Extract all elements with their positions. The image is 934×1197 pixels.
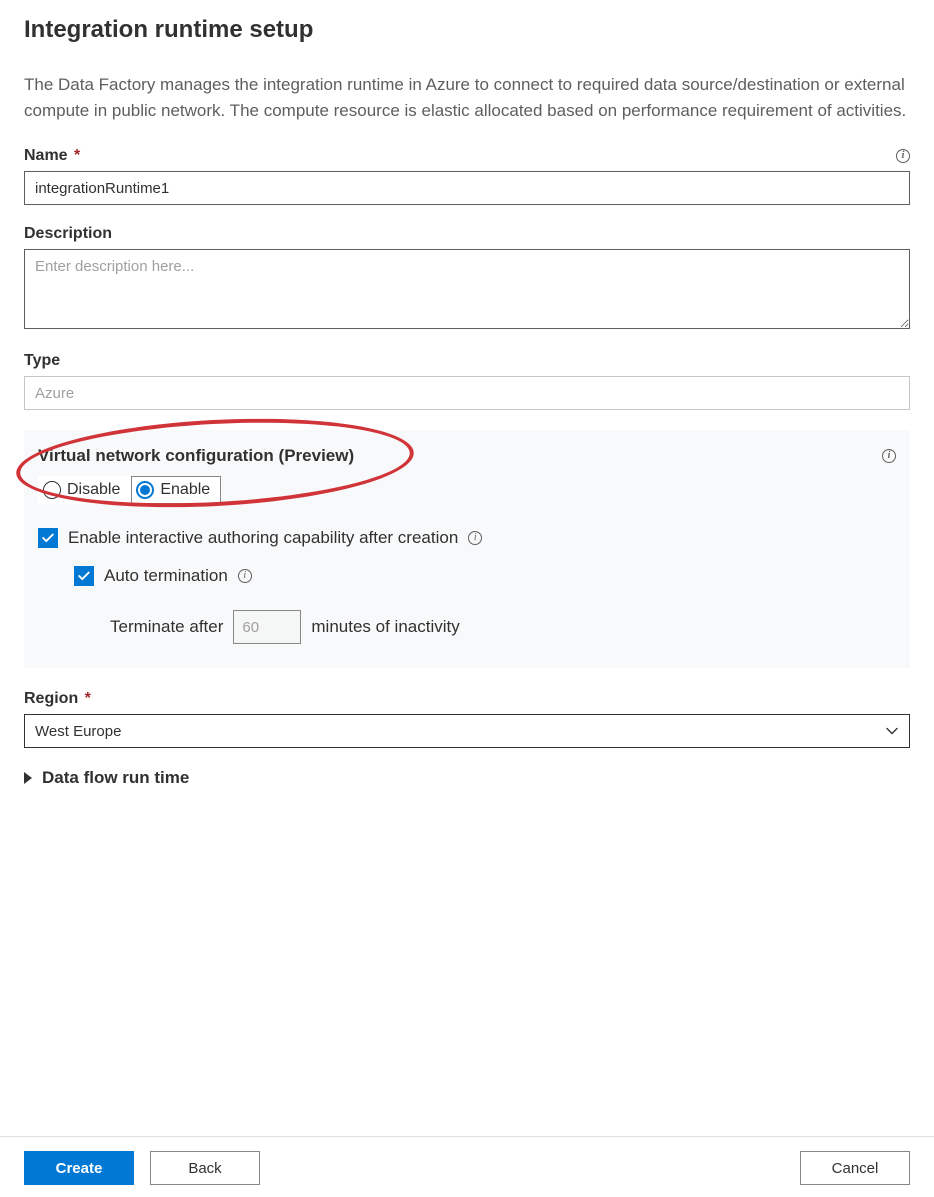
footer-bar: Create Back Cancel <box>0 1136 934 1185</box>
name-input[interactable] <box>24 171 910 205</box>
terminate-after-label: Terminate after <box>110 617 223 637</box>
vnet-disable-radio[interactable]: Disable <box>38 476 131 504</box>
type-label: Type <box>24 352 60 370</box>
required-asterisk: * <box>74 147 80 164</box>
type-field: Type <box>24 352 910 410</box>
region-select[interactable]: West Europe <box>24 714 910 748</box>
vnet-radio-group: Disable Enable <box>38 476 896 504</box>
info-icon[interactable]: i <box>238 569 252 583</box>
region-selected-value: West Europe <box>35 723 121 740</box>
info-icon[interactable]: i <box>468 531 482 545</box>
check-icon <box>41 531 55 545</box>
terminate-after-input[interactable] <box>233 610 301 644</box>
vnet-enable-label: Enable <box>160 481 210 499</box>
terminate-after-suffix: minutes of inactivity <box>311 617 459 637</box>
create-button[interactable]: Create <box>24 1151 134 1185</box>
name-label: Name * <box>24 147 80 165</box>
description-label: Description <box>24 225 112 243</box>
auto-termination-checkbox[interactable] <box>74 566 94 586</box>
region-label: Region * <box>24 690 91 708</box>
description-input[interactable] <box>24 249 910 329</box>
back-button[interactable]: Back <box>150 1151 260 1185</box>
dataflow-section-toggle[interactable]: Data flow run time <box>24 768 910 788</box>
info-icon[interactable]: i <box>896 149 910 163</box>
enable-authoring-checkbox[interactable] <box>38 528 58 548</box>
vnet-panel: Virtual network configuration (Preview) … <box>24 430 910 668</box>
vnet-disable-label: Disable <box>67 481 120 499</box>
page-title: Integration runtime setup <box>24 16 910 44</box>
dataflow-section-label: Data flow run time <box>42 768 189 788</box>
vnet-heading: Virtual network configuration (Preview) <box>38 446 354 466</box>
auto-termination-checkbox-row: Auto termination i <box>74 566 896 586</box>
type-input <box>24 376 910 410</box>
name-field: Name * i <box>24 147 910 205</box>
intro-text: The Data Factory manages the integration… <box>24 72 910 123</box>
vnet-enable-radio[interactable]: Enable <box>131 476 221 504</box>
region-field: Region * West Europe <box>24 690 910 748</box>
description-field: Description <box>24 225 910 332</box>
info-icon[interactable]: i <box>882 449 896 463</box>
chevron-down-icon <box>885 724 899 738</box>
radio-icon <box>43 481 61 499</box>
cancel-button[interactable]: Cancel <box>800 1151 910 1185</box>
check-icon <box>77 569 91 583</box>
chevron-right-icon <box>24 772 32 784</box>
terminate-after-row: Terminate after minutes of inactivity <box>110 610 896 644</box>
radio-icon <box>136 481 154 499</box>
auto-termination-label: Auto termination <box>104 566 228 586</box>
enable-authoring-label: Enable interactive authoring capability … <box>68 528 458 548</box>
enable-authoring-checkbox-row: Enable interactive authoring capability … <box>38 528 896 548</box>
required-asterisk: * <box>85 690 91 707</box>
